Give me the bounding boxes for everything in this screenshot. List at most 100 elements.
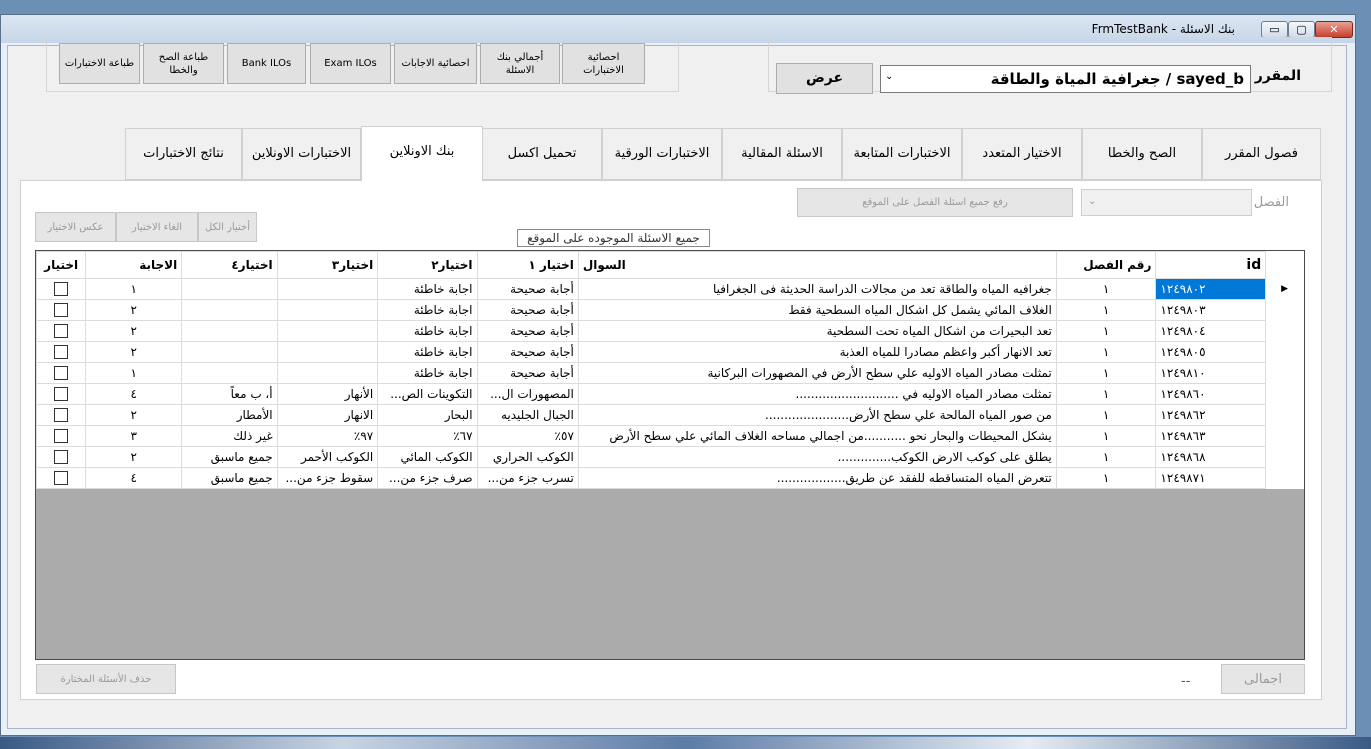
cancel-selection-button[interactable]: الغاء الاختيار [116,212,198,242]
chapter-cell: ١ [1055,362,1157,384]
col-header-chapter[interactable]: رقم الفصل [1055,251,1157,279]
id-cell: ١٢٤٩٨٠٢ [1155,278,1267,300]
row-header-cell [1266,468,1304,489]
answer-cell: ٢ [85,320,183,342]
exam-ilos-button[interactable]: Exam ILOs [310,43,391,84]
select-checkbox[interactable] [54,282,69,297]
tab-online-bank[interactable]: بنك الاونلاين [361,126,483,181]
tab-paper-tests[interactable]: الاختبارات الورقية [602,128,722,180]
answers-stats-button[interactable]: احصائية الاجابات [394,43,477,84]
question-cell: يشكل المحيطات والبحار نحو ...........من … [577,425,1057,447]
id-cell: ١٢٤٩٨٦٢ [1155,404,1267,426]
chapter-cell: ١ [1055,299,1157,321]
answer-cell: ٢ [85,299,183,321]
maximize-button[interactable]: ▢ [1288,21,1315,38]
tab-course-chapters[interactable]: فصول المقرر [1202,128,1321,180]
desktop-taskbar-edge [0,737,1371,749]
table-row[interactable]: ٢ اجابة خاطئة أجابة صحيحة تعد البحيرات من ا… [36,320,1304,342]
table-row[interactable]: ٤ جميع ماسبق سقوط جزء من... صرف جزء من... تس… [36,467,1304,489]
bank-total-button[interactable]: أجمالي بنك الاسئلة [480,43,560,84]
select-checkbox[interactable] [54,324,69,339]
col-header-question[interactable]: السوال [577,251,1057,279]
select-all-button[interactable]: أختيار الكل [198,212,257,242]
answer-cell: ١ [85,362,183,384]
row-header-cell [1266,426,1304,447]
table-row[interactable]: ٢ اجابة خاطئة أجابة صحيحة تعد الانهار أكبر … [36,341,1304,363]
questions-table: اختيار الاجابة اختيار٤ اختيار٣ اختيار٢ ا… [36,251,1304,489]
tab-true-false[interactable]: الصح والخطا [1082,128,1202,180]
question-cell: تعد البحيرات من اشكال المياه تحت السطحية [577,320,1057,342]
chapter-cell: ١ [1055,341,1157,363]
tab-essay-questions[interactable]: الاسئلة المقالية [722,128,842,180]
tab-online-tests[interactable]: الاختبارات الاونلاين [242,128,361,180]
choice1-cell: الجبال الجليديه [476,404,579,426]
row-header-column [1265,251,1304,279]
table-row[interactable]: ٢ جميع ماسبق الكوكب الأحمر الكوكب المائي الك… [36,446,1304,468]
select-checkbox-cell[interactable] [36,362,87,384]
select-checkbox[interactable] [54,471,69,486]
select-checkbox-cell[interactable] [36,320,87,342]
delete-selected-button[interactable]: حذف الأسئلة المختارة [36,664,176,694]
select-checkbox-cell[interactable] [36,299,87,321]
table-row[interactable]: ٣ غير ذلك ٩٧٪ ٦٧٪ ٥٧٪ يشكل المحيطات والبحار ن… [36,425,1304,447]
course-select[interactable]: جغرافية المياة والطاقة / sayed_b ⌄ [880,65,1251,93]
col-header-choice1[interactable]: اختيار ١ [476,251,579,279]
upload-chapter-button[interactable]: رفع جميع اسئلة الفصل على الموقع [797,188,1073,217]
col-header-select[interactable]: اختيار [36,251,87,279]
col-header-choice4[interactable]: اختيار٤ [181,251,278,279]
select-checkbox[interactable] [54,408,69,423]
table-row[interactable]: ١ اجابة خاطئة أجابة صحيحة تمثلت مصادر الميا… [36,362,1304,384]
bank-ilos-button[interactable]: Bank ILOs [227,43,306,84]
choice3-cell [276,299,379,321]
row-header-cell [1266,342,1304,363]
total-value: -- [1181,674,1191,689]
tests-stats-button[interactable]: احصائية الاختبارات [562,43,645,84]
question-cell: جغرافيه المياه والطاقة تعد من مجالات الد… [577,278,1057,300]
select-checkbox-cell[interactable] [36,425,87,447]
view-button[interactable]: عرض [776,63,873,94]
select-checkbox-cell[interactable] [36,278,87,300]
tab-test-results[interactable]: نتائج الاختبارات [125,128,242,180]
choice3-cell [276,278,379,300]
total-button[interactable]: اجمالى [1221,664,1305,694]
select-checkbox-cell[interactable] [36,446,87,468]
chapter-select[interactable]: ⌄ [1081,189,1252,216]
chapter-cell: ١ [1055,278,1157,300]
table-row[interactable]: ٢ اجابة خاطئة أجابة صحيحة الغلاف المائي يشم… [36,299,1304,321]
grid-caption: جميع الاسئلة الموجوده على الموقع [517,229,710,247]
table-row[interactable]: ٢ الأمطار الانهار البحار الجبال الجليديه من ص… [36,404,1304,426]
invert-selection-button[interactable]: عكس الاختيار [35,212,116,242]
select-checkbox[interactable] [54,450,69,465]
tab-excel-upload[interactable]: تحميل اكسل [482,128,602,180]
tab-follow-up-tests[interactable]: الاختبارات المتابعة [842,128,962,180]
col-header-id[interactable]: id [1155,251,1267,279]
choice4-cell [181,362,278,384]
print-tests-button[interactable]: طباعة الاختبارات [59,43,140,84]
questions-grid[interactable]: اختيار الاجابة اختيار٤ اختيار٣ اختيار٢ ا… [35,250,1305,660]
select-checkbox[interactable] [54,366,69,381]
close-button[interactable]: ✕ [1315,21,1353,38]
chapter-cell: ١ [1055,383,1157,405]
course-label: المقرر [1254,68,1301,84]
print-true-false-button[interactable]: طباعة الصح والخطا [143,43,224,84]
tab-multiple-choice[interactable]: الاختيار المتعدد [962,128,1082,180]
table-row[interactable]: ٤ أ، ب معاً الأنهار التكوينات الص... المصهور… [36,383,1304,405]
col-header-answer[interactable]: الاجابة [85,251,183,279]
choice4-cell [181,341,278,363]
select-checkbox-cell[interactable] [36,404,87,426]
select-checkbox[interactable] [54,303,69,318]
select-checkbox-cell[interactable] [36,383,87,405]
select-checkbox[interactable] [54,387,69,402]
table-row[interactable]: ١ اجابة خاطئة أجابة صحيحة جغرافيه المياه وا… [36,278,1304,300]
select-checkbox-cell[interactable] [36,341,87,363]
minimize-button[interactable]: ▭ [1261,21,1288,38]
select-checkbox[interactable] [54,345,69,360]
choice3-cell: الكوكب الأحمر [276,446,379,468]
col-header-choice3[interactable]: اختيار٣ [276,251,379,279]
chapter-label: الفصل [1253,195,1289,210]
answer-cell: ٤ [85,383,183,405]
select-checkbox[interactable] [54,429,69,444]
choice4-cell [181,299,278,321]
select-checkbox-cell[interactable] [36,467,87,489]
col-header-choice2[interactable]: اختيار٢ [377,251,478,279]
